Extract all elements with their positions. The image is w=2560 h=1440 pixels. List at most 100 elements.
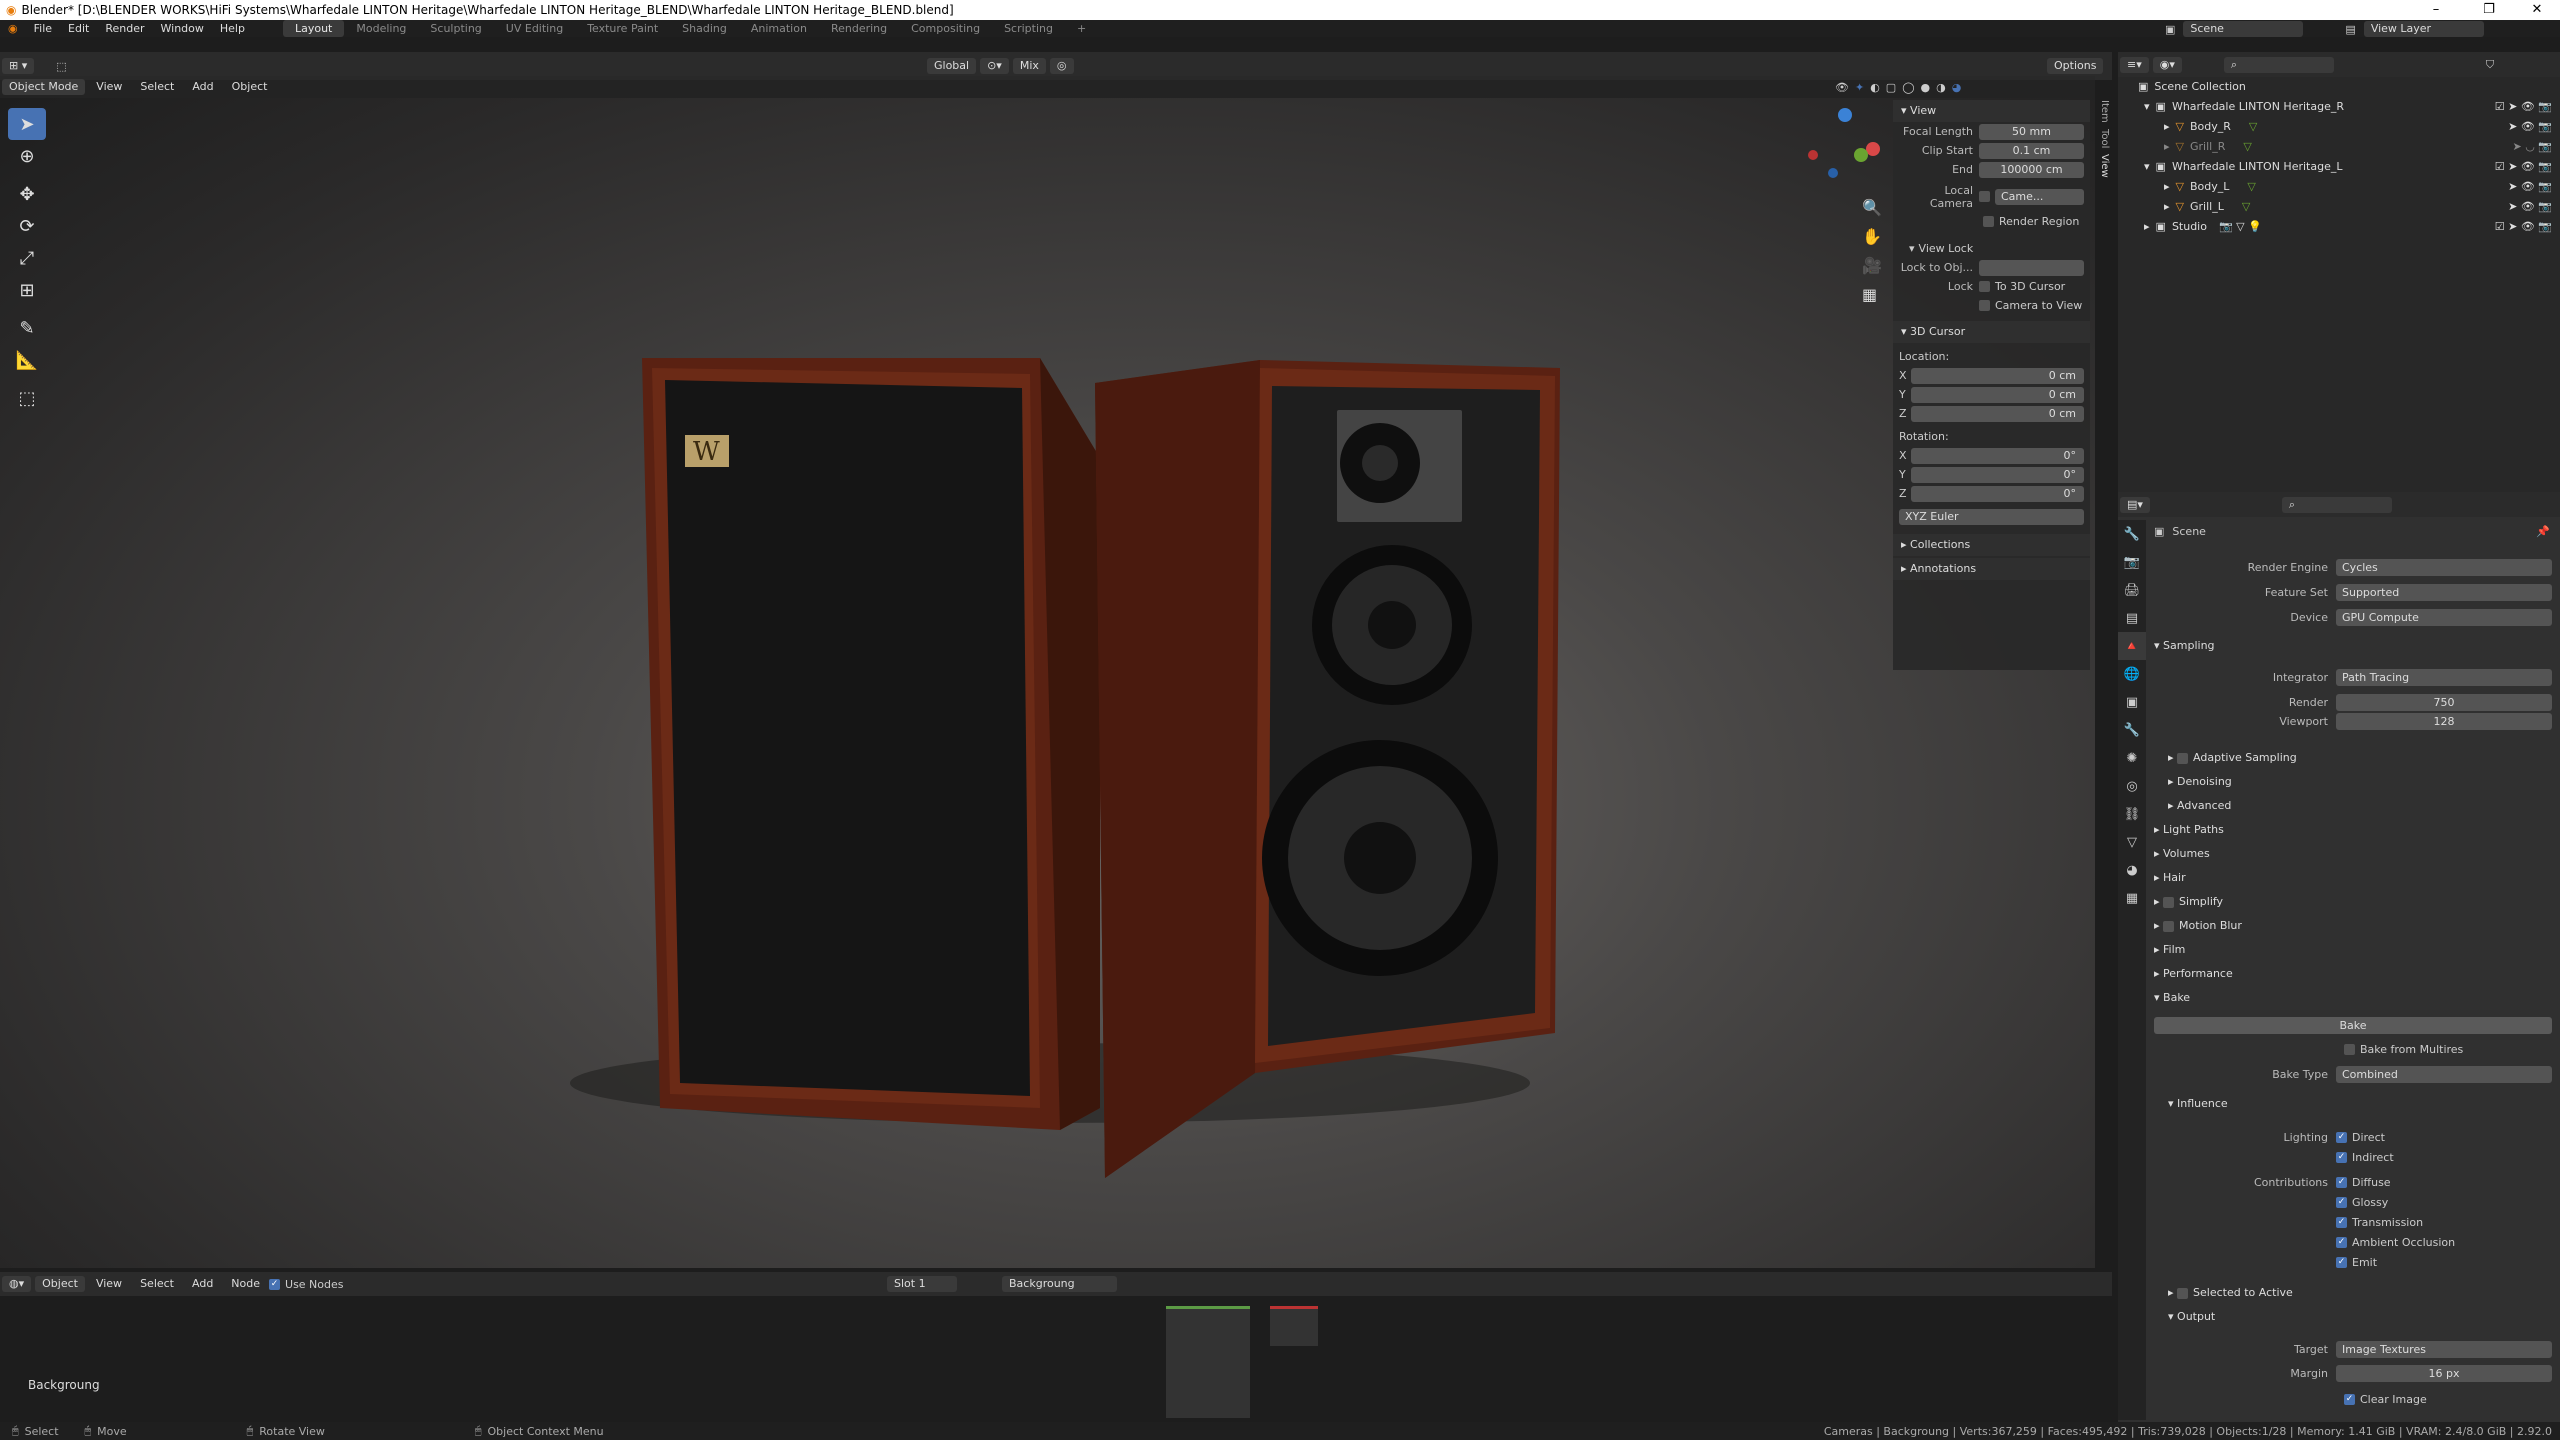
tab-item[interactable]: Item: [2092, 100, 2110, 123]
device-dropdown[interactable]: GPU Compute: [2336, 608, 2552, 626]
move-tool-icon[interactable]: ✥: [8, 178, 46, 210]
transform-tool-icon[interactable]: ⊞: [8, 274, 46, 306]
cursor-location-z[interactable]: 0 cm: [1911, 405, 2084, 422]
rotate-tool-icon[interactable]: ⟳: [8, 210, 46, 242]
pin-icon[interactable]: 📌: [2536, 525, 2550, 538]
simplify-section[interactable]: ▸ Simplify: [2146, 891, 2560, 913]
outliner-item[interactable]: ▸ ▣ Studio 📷 ▽ 💡 ☑ ➤ 👁 📷: [2118, 217, 2560, 237]
tab-shading[interactable]: Shading: [670, 20, 739, 37]
zoom-icon[interactable]: 🔍: [1862, 198, 1882, 217]
menu-render[interactable]: Render: [97, 22, 152, 35]
camera-to-view-checkbox[interactable]: [1979, 300, 1990, 311]
editor-type-icon[interactable]: ⊞ ▾: [2, 58, 35, 74]
clear-image-checkbox[interactable]: ✓: [2344, 1393, 2355, 1405]
node-editor-type-icon[interactable]: ◍▾: [2, 1276, 32, 1292]
shader-node[interactable]: [1166, 1306, 1250, 1418]
options-dropdown[interactable]: Options: [2047, 58, 2104, 74]
render-samples-field[interactable]: 750: [2336, 693, 2552, 711]
denoising-section[interactable]: ▸ Denoising: [2146, 771, 2560, 793]
influence-section[interactable]: ▾ Influence: [2146, 1093, 2560, 1115]
viewport-menu-select[interactable]: Select: [133, 79, 181, 95]
feature-set-dropdown[interactable]: Supported: [2336, 583, 2552, 601]
volumes-section[interactable]: ▸ Volumes: [2146, 843, 2560, 865]
view-layer-tab-icon[interactable]: ▤: [2118, 604, 2146, 632]
tab-view[interactable]: View: [2092, 154, 2110, 178]
blender-menu-icon[interactable]: ◉: [0, 22, 26, 35]
cursor-location-y[interactable]: 0 cm: [1911, 386, 2084, 403]
light-paths-section[interactable]: ▸ Light Paths: [2146, 819, 2560, 841]
focal-length-field[interactable]: 50 mm: [1979, 123, 2084, 140]
modifier-tab-icon[interactable]: 🔧: [2118, 716, 2146, 744]
viewport-menu-view[interactable]: View: [89, 79, 129, 95]
transform-orientation-dropdown[interactable]: Global: [927, 58, 977, 74]
ambient-occlusion-checkbox[interactable]: ✓: [2336, 1236, 2347, 1248]
sampling-section[interactable]: ▾ Sampling: [2146, 635, 2560, 657]
lock-to-3d-cursor-checkbox[interactable]: [1979, 281, 1990, 292]
render-tab-icon[interactable]: 📷: [2118, 548, 2146, 576]
tool-tab-icon[interactable]: 🔧: [2118, 520, 2146, 548]
output-tab-icon[interactable]: 🖨: [2118, 576, 2146, 604]
indirect-checkbox[interactable]: ✓: [2336, 1151, 2347, 1163]
local-camera-checkbox[interactable]: [1979, 191, 1990, 202]
collections-section-header[interactable]: ▸ Collections: [1893, 534, 2090, 556]
minimize-button[interactable]: –: [2413, 0, 2459, 20]
integrator-dropdown[interactable]: Path Tracing: [2336, 668, 2552, 686]
menu-window[interactable]: Window: [153, 22, 212, 35]
emit-checkbox[interactable]: ✓: [2336, 1256, 2347, 1268]
tab-texture-paint[interactable]: Texture Paint: [575, 20, 670, 37]
transmission-checkbox[interactable]: ✓: [2336, 1216, 2347, 1228]
outliner-item[interactable]: ▸ ▽ Grill_L ▽ ➤ 👁 📷: [2118, 197, 2560, 217]
add-workspace-button[interactable]: +: [1065, 20, 1098, 37]
film-section[interactable]: ▸ Film: [2146, 939, 2560, 961]
scale-tool-icon[interactable]: ⤢: [8, 242, 46, 274]
view-section-header[interactable]: ▾ View: [1893, 100, 2090, 122]
local-camera-field[interactable]: Came...: [1995, 188, 2084, 205]
menu-help[interactable]: Help: [212, 22, 253, 35]
annotations-section-header[interactable]: ▸ Annotations: [1893, 558, 2090, 580]
tab-modeling[interactable]: Modeling: [344, 20, 418, 37]
visibility-icon[interactable]: 👁: [1835, 81, 1849, 94]
bake-section[interactable]: ▾ Bake: [2146, 987, 2560, 1009]
node-menu-view[interactable]: View: [89, 1276, 129, 1292]
menu-file[interactable]: File: [26, 22, 60, 35]
tab-uv-editing[interactable]: UV Editing: [494, 20, 575, 37]
outliner-item[interactable]: ▾ ▣ Wharfedale LINTON Heritage_L ☑ ➤ 👁 📷: [2118, 157, 2560, 177]
outliner-item[interactable]: ▸ ▽ Body_R ▽ ➤ 👁 📷: [2118, 117, 2560, 137]
motion-blur-section[interactable]: ▸ Motion Blur: [2146, 915, 2560, 937]
cursor-tool-icon[interactable]: ⊕: [8, 140, 46, 172]
shading-solid-icon[interactable]: ●: [1921, 81, 1931, 94]
particles-tab-icon[interactable]: ✺: [2118, 744, 2146, 772]
diffuse-checkbox[interactable]: ✓: [2336, 1176, 2347, 1188]
gizmo-toggle-icon[interactable]: ✦: [1855, 81, 1864, 94]
cursor-rotation-z[interactable]: 0°: [1911, 485, 2084, 502]
object-mode-dropdown[interactable]: Object Mode: [2, 79, 86, 95]
outliner-item[interactable]: ▸ ▽ Grill_R ▽ ➤ ◡ 📷: [2118, 137, 2560, 157]
outliner-search-input[interactable]: ⌕: [2223, 56, 2334, 73]
margin-field[interactable]: 16 px: [2336, 1364, 2552, 1382]
cursor-rotation-y[interactable]: 0°: [1911, 466, 2084, 483]
node-menu-add[interactable]: Add: [185, 1276, 220, 1292]
clip-end-field[interactable]: 100000 cm: [1979, 161, 2084, 178]
constraints-tab-icon[interactable]: ⛓: [2118, 800, 2146, 828]
close-button[interactable]: ✕: [2514, 0, 2560, 20]
shading-wireframe-icon[interactable]: ◯: [1902, 81, 1914, 94]
viewport-menu-add[interactable]: Add: [185, 79, 220, 95]
target-dropdown[interactable]: Image Textures: [2336, 1340, 2552, 1358]
add-cube-tool-icon[interactable]: ⬚: [8, 382, 46, 414]
shading-rendered-icon[interactable]: ◕: [1952, 81, 1962, 94]
world-selector[interactable]: Backgroung: [1002, 1276, 1117, 1292]
scene-tab-icon[interactable]: 🔺: [2118, 632, 2146, 660]
navigation-gizmo[interactable]: [1800, 108, 1880, 188]
xray-toggle-icon[interactable]: ▢: [1886, 81, 1896, 94]
performance-section[interactable]: ▸ Performance: [2146, 963, 2560, 985]
node-menu-node[interactable]: Node: [224, 1276, 267, 1292]
bake-button[interactable]: Bake: [2154, 1016, 2552, 1034]
node-editor-canvas[interactable]: Backgroung: [0, 1296, 2112, 1422]
viewport-samples-field[interactable]: 128: [2336, 712, 2552, 730]
glossy-checkbox[interactable]: ✓: [2336, 1196, 2347, 1208]
node-menu-select[interactable]: Select: [133, 1276, 181, 1292]
select-box-icon[interactable]: ⬚: [56, 60, 66, 73]
lock-to-object-field[interactable]: [1979, 259, 2084, 276]
outliner-item[interactable]: ▸ ▽ Body_L ▽ ➤ 👁 📷: [2118, 177, 2560, 197]
cursor-location-x[interactable]: 0 cm: [1911, 367, 2084, 384]
